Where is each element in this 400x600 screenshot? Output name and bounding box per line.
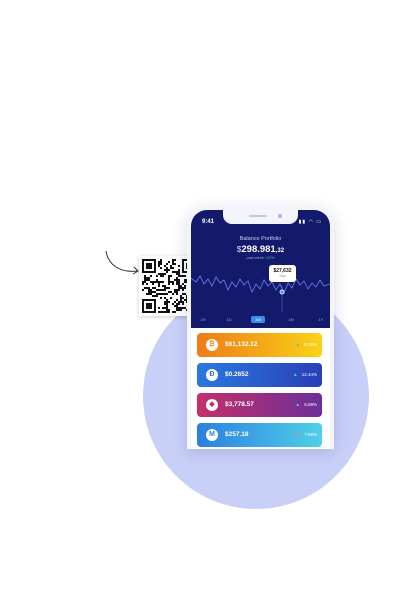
coin-change-value: 7.96% bbox=[304, 432, 317, 437]
tab-1w[interactable]: 1W bbox=[251, 316, 265, 323]
coin-card-monero[interactable]: M $257.18 ▼ 7.96% bbox=[197, 423, 322, 447]
tooltip-date: Sep bbox=[279, 274, 286, 278]
ethereum-icon: ◆ bbox=[206, 399, 218, 411]
bitcoin-icon: ₿ bbox=[206, 339, 218, 351]
coin-change-value: 12.44% bbox=[301, 372, 317, 377]
tab-1m[interactable]: 1M bbox=[285, 316, 297, 323]
monero-icon: M bbox=[206, 429, 218, 441]
status-time: 9:41 bbox=[202, 219, 215, 225]
coin-change: ▼ 7.96% bbox=[295, 432, 317, 438]
dogecoin-icon: Đ bbox=[206, 369, 218, 381]
speaker bbox=[249, 215, 267, 217]
coin-change-value: 5.69% bbox=[304, 402, 317, 407]
balance-value: 298.981 bbox=[241, 244, 276, 255]
status-icons: ▮▮ ◠ ▭ bbox=[299, 219, 322, 225]
phone-mockup: 9:41 ▮▮ ◠ ▭ Balance Portfolio $298.981,3… bbox=[187, 206, 334, 449]
price-line bbox=[191, 275, 330, 295]
coin-card-ethereum[interactable]: ◆ $3,778.57 ▲ 5.69% bbox=[197, 393, 322, 417]
trend-up-icon: ▲ bbox=[295, 402, 301, 408]
tab-1d[interactable]: 1D bbox=[223, 316, 235, 323]
battery-icon: ▭ bbox=[316, 219, 322, 225]
balance-change-percent: +12% bbox=[264, 256, 275, 260]
trend-up-icon: ▲ bbox=[295, 342, 301, 348]
portfolio-header: 9:41 ▮▮ ◠ ▭ Balance Portfolio $298.981,3… bbox=[191, 210, 330, 328]
tab-1h[interactable]: 1H bbox=[197, 316, 209, 323]
coin-value: $3,778.57 bbox=[225, 401, 254, 408]
coin-change: ▲ 5.69% bbox=[295, 402, 317, 408]
phone-notch bbox=[223, 210, 298, 224]
balance-change-label: past week bbox=[246, 256, 264, 260]
wifi-icon: ◠ bbox=[308, 219, 314, 225]
coin-change-value: 8.15% bbox=[304, 342, 317, 347]
price-chart[interactable] bbox=[191, 268, 330, 314]
page-title: Balance Portfolio bbox=[239, 236, 282, 242]
coin-card-dogecoin[interactable]: Đ $0.2652 ▲ 12.44% bbox=[197, 363, 322, 387]
tab-1y[interactable]: 1Y bbox=[315, 316, 327, 323]
balance-change: past week +12% bbox=[191, 256, 330, 260]
balance-amount: $298.981,32 bbox=[191, 244, 330, 255]
coin-value: $61,132.12 bbox=[225, 341, 258, 348]
camera bbox=[278, 214, 282, 218]
time-range-tabs: 1H 1D 1W 1M 1Y bbox=[191, 316, 330, 324]
coin-value: $257.18 bbox=[225, 431, 249, 438]
signal-icon: ▮▮ bbox=[298, 219, 307, 225]
coin-card-bitcoin[interactable]: ₿ $61,132.12 ▲ 8.15% bbox=[197, 333, 322, 357]
phone-screen: 9:41 ▮▮ ◠ ▭ Balance Portfolio $298.981,3… bbox=[191, 210, 330, 449]
chart-tooltip: $27,632 Sep bbox=[269, 265, 296, 282]
coin-value: $0.2652 bbox=[225, 371, 249, 378]
coin-change: ▲ 12.44% bbox=[293, 372, 317, 378]
coin-change: ▲ 8.15% bbox=[295, 342, 317, 348]
trend-down-icon: ▼ bbox=[295, 432, 301, 438]
trend-up-icon: ▲ bbox=[292, 372, 298, 378]
balance-decimals: ,32 bbox=[275, 248, 285, 254]
selected-point bbox=[279, 289, 285, 295]
